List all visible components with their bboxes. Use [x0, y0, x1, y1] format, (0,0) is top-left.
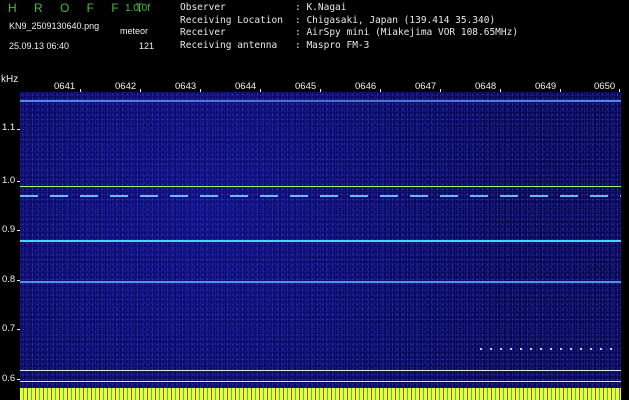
y-tick-label: 0.8: [2, 274, 16, 285]
header-panel: H R O F F T 1.0.0f KN9_2509130640.png me…: [0, 0, 629, 78]
signal-dash: [610, 348, 612, 350]
meteor-count: 121: [139, 41, 155, 51]
info-row-observer: Observer: K.Nagai: [180, 2, 347, 13]
carrier-line: [20, 100, 621, 102]
y-axis-unit: kHz: [1, 74, 19, 85]
version-label: 1.0.0f: [125, 3, 151, 14]
y-tick-label: 1.0: [2, 175, 16, 186]
signal-dash: [550, 348, 552, 350]
x-tick-label: 0642: [115, 81, 137, 92]
filename-label: KN9_2509130640.png: [9, 21, 100, 31]
y-tick-label: 0.6: [2, 373, 16, 384]
signal-dash: [520, 348, 522, 350]
x-tick-label: 0644: [235, 81, 257, 92]
x-tick-label: 0647: [415, 81, 437, 92]
signal-dash: [530, 348, 532, 350]
datetime-label: 25.09.13 06:40: [9, 41, 70, 51]
signal-dash: [590, 348, 592, 350]
spectrogram-plot: [20, 92, 621, 388]
signal-dash: [500, 348, 502, 350]
x-tick-label: 0650: [594, 81, 616, 92]
y-tick-label: 0.9: [2, 224, 16, 235]
signal-dash: [580, 348, 582, 350]
info-row-antenna: Receiving antenna: Maspro FM-3: [180, 39, 370, 51]
reference-line-white: [20, 381, 621, 382]
signal-dash: [570, 348, 572, 350]
meteor-label: meteor: [120, 26, 149, 36]
x-tick-label: 0645: [295, 81, 317, 92]
signal-dash: [480, 348, 482, 350]
signal-dash: [600, 348, 602, 350]
x-tick-label: 0643: [175, 81, 197, 92]
info-row-location: Receiving Location: Chigasaki, Japan (13…: [180, 14, 496, 26]
signal-dash: [490, 348, 492, 350]
signal-dash: [510, 348, 512, 350]
bottom-signal-strip: [20, 388, 621, 400]
carrier-line-cyan: [20, 240, 621, 242]
carrier-line-dashed: [20, 195, 621, 197]
reference-line-white: [20, 370, 621, 371]
y-tick-label: 0.7: [2, 323, 16, 334]
x-tick-label: 0646: [355, 81, 377, 92]
x-tick-label: 0641: [54, 81, 76, 92]
info-row-receiver: Receiver: AirSpy mini (Miakejima VOR 108…: [180, 27, 519, 38]
reference-line-green: [20, 186, 621, 187]
observation-info: Observer: K.Nagai Receiving Location: Ch…: [180, 2, 518, 52]
signal-dash: [540, 348, 542, 350]
x-tick-label: 0649: [535, 81, 557, 92]
signal-dash: [560, 348, 562, 350]
x-tick-label: 0648: [475, 81, 497, 92]
carrier-line: [20, 281, 621, 283]
y-tick-label: 1.1: [2, 122, 16, 133]
